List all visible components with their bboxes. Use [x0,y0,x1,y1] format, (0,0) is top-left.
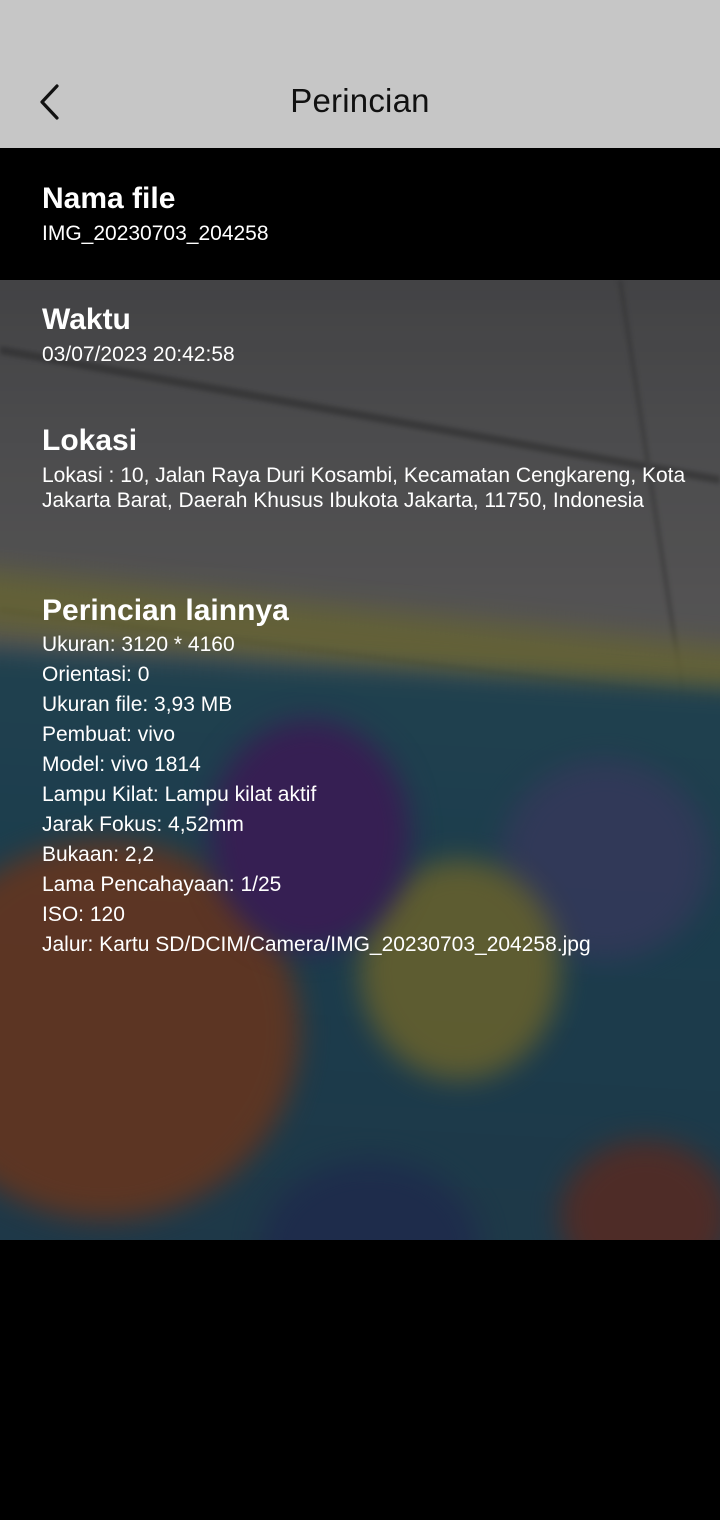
detail-aperture: Bukaan: 2,2 [42,843,155,866]
other-details-label: Perincian lainnya [42,594,289,627]
detail-focal-length: Jarak Fokus: 4,52mm [42,813,244,836]
detail-path: Jalur: Kartu SD/DCIM/Camera/IMG_20230703… [42,933,591,956]
detail-orientation: Orientasi: 0 [42,663,150,686]
location-value: Lokasi : 10, Jalan Raya Duri Kosambi, Ke… [42,464,686,512]
detail-maker: Pembuat: vivo [42,723,176,746]
time-section: Waktu 03/07/2023 20:42:58 [42,301,690,367]
details-list: Ukuran: 3120 * 4160 Orientasi: 0 Ukuran … [42,630,690,960]
file-name-value: IMG_20230703_204258 [42,222,269,245]
detail-resolution: Ukuran: 3120 * 4160 [42,633,235,656]
detail-flash: Lampu Kilat: Lampu kilat aktif [42,783,317,806]
detail-file-size: Ukuran file: 3,93 MB [42,693,233,716]
time-label: Waktu [42,303,131,336]
detail-model: Model: vivo 1814 [42,753,201,776]
top-bar: Perincian [0,0,720,148]
location-section: Lokasi Lokasi : 10, Jalan Raya Duri Kosa… [42,422,690,513]
location-label: Lokasi [42,424,138,457]
page-title: Perincian [290,82,430,119]
other-details-section: Perincian lainnya Ukuran: 3120 * 4160 Or… [42,592,690,960]
file-name-label: Nama file [42,182,176,215]
time-value: 03/07/2023 20:42:58 [42,343,235,366]
detail-iso: ISO: 120 [42,903,125,926]
detail-exposure-time: Lama Pencahayaan: 1/25 [42,873,282,896]
file-name-section: Nama file IMG_20230703_204258 [42,180,690,246]
